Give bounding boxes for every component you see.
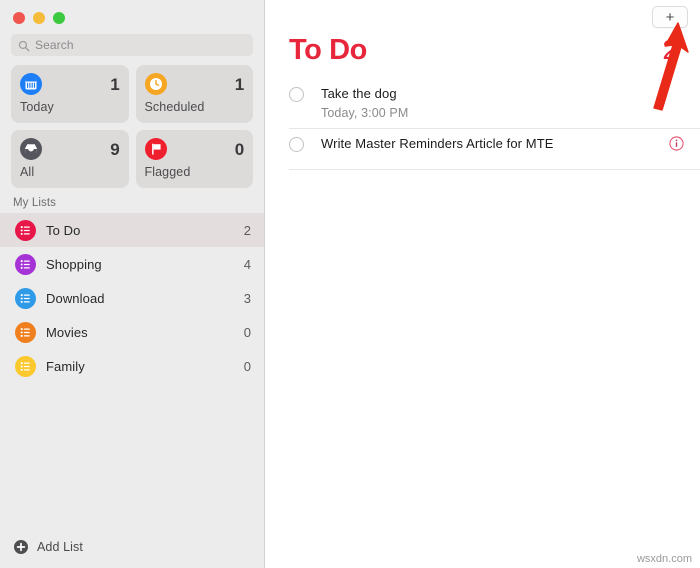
sidebar-item-to-do[interactable]: To Do 2 [0, 213, 264, 247]
search-icon [18, 39, 30, 52]
sidebar: Search 1 Today 1 Scheduled 9 All 0 Flagg… [0, 0, 265, 568]
search-input[interactable]: Search [11, 34, 253, 56]
reminder-title: Write Master Reminders Article for MTE [321, 136, 554, 151]
list-icon [15, 355, 36, 377]
reminder-row[interactable]: Take the dog Today, 3:00 PM [289, 79, 700, 128]
smart-card-label: Flagged [144, 165, 191, 179]
search-placeholder: Search [35, 38, 74, 52]
list-label: Family [46, 358, 85, 374]
list-count: 0 [243, 358, 251, 374]
smart-card-count: 1 [234, 74, 244, 94]
smart-card-label: All [20, 165, 35, 179]
reminders-window: Search 1 Today 1 Scheduled 9 All 0 Flagg… [0, 0, 700, 568]
page-title: To Do [289, 34, 367, 66]
list-icon [15, 321, 36, 343]
list-count: 2 [243, 222, 251, 238]
sidebar-item-family[interactable]: Family 0 [0, 349, 264, 383]
maximize-button[interactable] [53, 11, 65, 24]
smart-card-flagged[interactable]: 0 Flagged [135, 130, 253, 188]
mylists-header: My Lists [13, 197, 56, 209]
search-container: Search [11, 34, 253, 56]
smart-card-top: 1 [20, 73, 120, 95]
smart-card-label: Scheduled [144, 100, 205, 114]
list-count: 0 [243, 324, 251, 340]
calendar-icon [20, 73, 42, 95]
smart-card-top: 0 [144, 138, 244, 160]
list-icon [15, 253, 36, 275]
sidebar-item-download[interactable]: Download 3 [0, 281, 264, 315]
info-circle-icon[interactable] [669, 136, 684, 151]
sidebar-item-shopping[interactable]: Shopping 4 [0, 247, 264, 281]
reminder-due-date: Today, 3:00 PM [321, 106, 409, 120]
list-label: Download [46, 290, 105, 306]
smart-card-count: 1 [110, 74, 120, 94]
list-count: 4 [243, 256, 251, 272]
list-count: 3 [243, 290, 251, 306]
window-controls [0, 0, 264, 24]
list-label: Movies [46, 324, 88, 340]
plus-circle-icon [13, 539, 29, 555]
close-button[interactable] [13, 11, 25, 24]
smart-card-scheduled[interactable]: 1 Scheduled [135, 65, 253, 123]
smart-card-label: Today [20, 100, 54, 114]
inbox-icon [20, 138, 42, 160]
main-header: To Do 2 [265, 30, 700, 65]
smart-card-all[interactable]: 9 All [11, 130, 129, 188]
lists-container: To Do 2 Shopping 4 Download 3 Movies 0 F… [0, 213, 264, 383]
reminder-row[interactable]: Write Master Reminders Article for MTE [289, 128, 700, 170]
watermark: wsxdn.com [636, 553, 692, 565]
plus-icon: + [665, 8, 675, 26]
reminder-title: Take the dog [321, 86, 397, 101]
reminder-body: Write Master Reminders Article for MTE [321, 135, 669, 153]
smart-cards-grid: 1 Today 1 Scheduled 9 All 0 Flagged [11, 65, 253, 188]
smart-card-count: 9 [110, 139, 120, 159]
smart-card-today[interactable]: 1 Today [11, 65, 129, 123]
reminder-checkbox[interactable] [289, 137, 304, 152]
clock-icon [144, 73, 167, 95]
list-label: Shopping [46, 256, 102, 272]
smart-card-top: 1 [144, 73, 244, 95]
add-reminder-button[interactable]: + [652, 6, 688, 28]
add-list-button[interactable]: Add List [0, 534, 83, 560]
add-list-label: Add List [37, 540, 83, 554]
smart-card-count: 0 [234, 139, 244, 159]
main-pane: + To Do 2 Take the dog Today, 3:00 PM Wr… [265, 0, 700, 568]
reminder-checkbox[interactable] [289, 87, 304, 102]
sidebar-item-movies[interactable]: Movies 0 [0, 315, 264, 349]
reminder-count: 2 [662, 34, 678, 65]
main-toolbar: + [265, 0, 700, 30]
reminders-list: Take the dog Today, 3:00 PM Write Master… [265, 79, 700, 170]
list-icon [15, 287, 36, 309]
list-label: To Do [46, 222, 81, 238]
list-icon [15, 219, 36, 241]
smart-card-top: 9 [20, 138, 120, 160]
reminder-body: Take the dog Today, 3:00 PM [321, 85, 684, 120]
flag-icon [144, 138, 167, 160]
minimize-button[interactable] [33, 11, 45, 24]
